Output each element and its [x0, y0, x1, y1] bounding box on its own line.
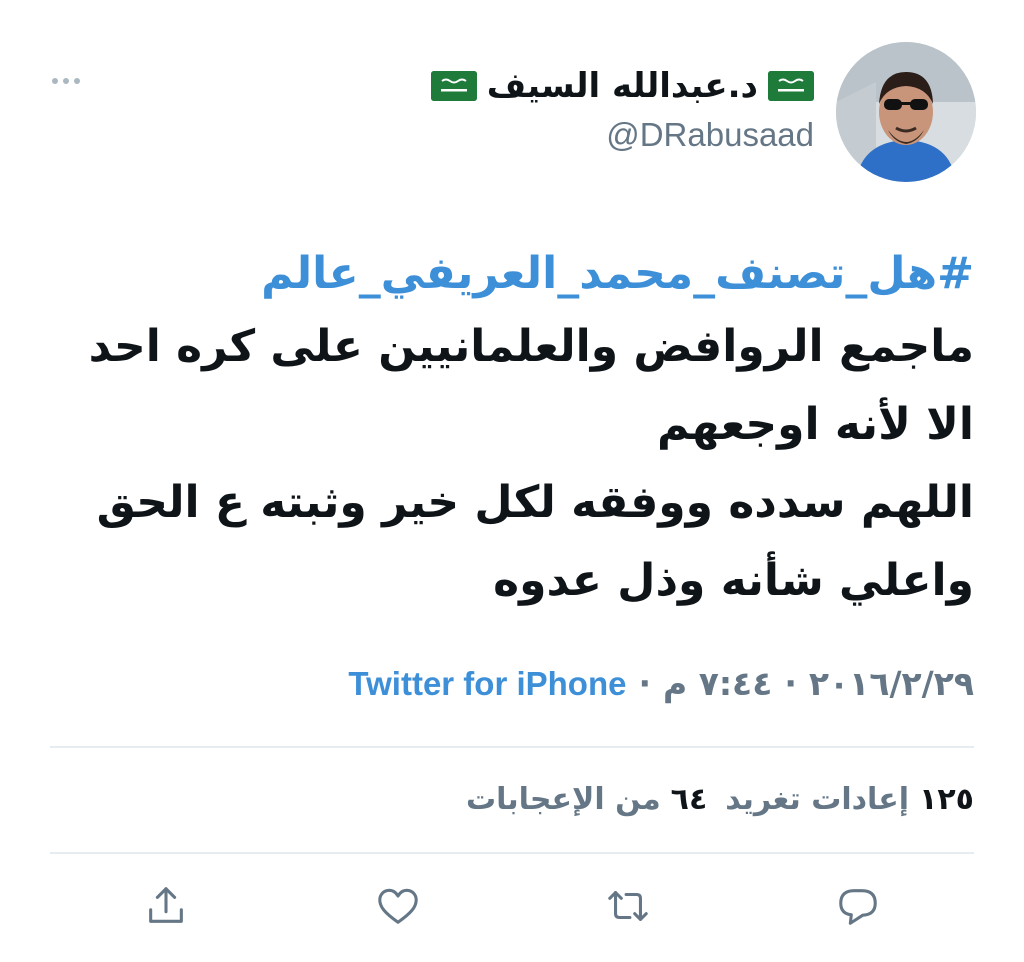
tweet-time: ٧:٤٤ م — [663, 664, 773, 703]
reply-icon[interactable] — [832, 880, 884, 932]
author-name-row[interactable]: د.عبدالله السيف — [430, 66, 814, 106]
meta-separator: · — [638, 664, 652, 703]
author-handle[interactable]: @DRabusaad — [606, 116, 814, 154]
tweet-line: واعلي شأنه وذل عدوه — [493, 555, 974, 606]
divider — [50, 852, 974, 854]
meta-separator: · — [784, 664, 797, 703]
tweet-date: ٢٠١٦/٢/٢٩ — [808, 664, 974, 703]
more-dot — [74, 78, 80, 84]
tweet-meta: ٢٠١٦/٢/٢٩ · ٧:٤٤ م · Twitter for iPhone — [348, 664, 974, 703]
avatar[interactable] — [836, 42, 976, 182]
tweet-card: د.عبدالله السيف @DRabusaad #هل_تصنف_محمد… — [0, 0, 1024, 962]
likes-count: ٦٤ — [670, 782, 708, 817]
likes-stat[interactable]: ٦٤ من الإعجابات — [466, 782, 707, 817]
more-dot — [52, 78, 58, 84]
like-icon[interactable] — [372, 880, 424, 932]
tweet-line: اللهم سدده ووفقه لكل خير وثبته ع الحق — [96, 477, 974, 528]
tweet-line: ماجمع الروافض والعلمانيين على كره احد — [88, 321, 974, 372]
more-options-icon[interactable] — [52, 78, 80, 84]
tweet-text: #هل_تصنف_محمد_العريفي_عالم ماجمع الروافض… — [34, 240, 974, 620]
action-bar — [0, 880, 1024, 940]
tweet-source-link[interactable]: Twitter for iPhone — [348, 665, 626, 703]
saudi-flag-icon — [430, 71, 477, 101]
likes-label: من الإعجابات — [465, 782, 661, 817]
share-icon[interactable] — [140, 880, 192, 932]
hashtag-link[interactable]: #هل_تصنف_محمد_العريفي_عالم — [34, 240, 974, 308]
author-name: د.عبدالله السيف — [486, 66, 758, 106]
retweets-count: ١٢٥ — [919, 782, 974, 817]
retweets-stat[interactable]: ١٢٥ إعادات تغريد — [725, 782, 974, 817]
divider — [50, 746, 974, 748]
tweet-stats: ١٢٥ إعادات تغريد ٦٤ من الإعجابات — [466, 782, 974, 817]
more-dot — [63, 78, 69, 84]
retweets-label: إعادات تغريد — [725, 782, 910, 817]
retweet-icon[interactable] — [602, 880, 654, 932]
tweet-line: الا لأنه اوجعهم — [657, 399, 974, 450]
saudi-flag-icon — [768, 71, 814, 101]
